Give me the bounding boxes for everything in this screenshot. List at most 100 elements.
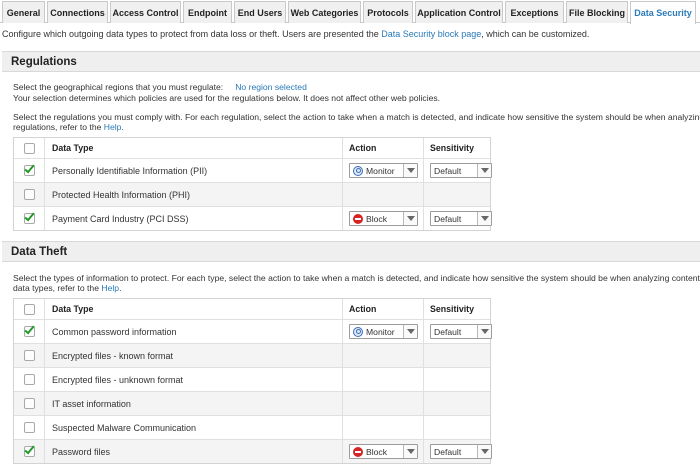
region-prompt-label: Select the geographical regions that you… bbox=[13, 82, 224, 92]
data-type-name: Encrypted files - unknown format bbox=[44, 368, 342, 391]
action-cell: Monitor bbox=[342, 159, 423, 182]
sensitivity-cell: Default bbox=[423, 159, 492, 182]
action-cell bbox=[342, 344, 423, 367]
chevron-down-icon[interactable] bbox=[477, 325, 491, 338]
action-cell: Block bbox=[342, 440, 423, 463]
sensitivity-select[interactable]: Default bbox=[430, 211, 492, 226]
region-note: Your selection determines which policies… bbox=[13, 93, 441, 103]
row-checkbox[interactable] bbox=[23, 398, 35, 409]
chevron-down-icon[interactable] bbox=[403, 212, 417, 225]
action-select[interactable]: Block bbox=[349, 211, 418, 226]
region-prompt: Select the geographical regions that you… bbox=[13, 82, 307, 92]
action-select[interactable]: Monitor bbox=[349, 163, 418, 178]
monitor-icon bbox=[353, 326, 363, 337]
help-line-prefix: regulations, refer to the bbox=[13, 122, 104, 132]
sensitivity-cell bbox=[423, 416, 492, 439]
action-select[interactable]: Block bbox=[349, 444, 418, 459]
sensitivity-cell bbox=[423, 368, 492, 391]
column-header-action[interactable]: Action bbox=[342, 299, 423, 319]
row-checkbox-cell bbox=[14, 368, 44, 391]
chevron-down-icon[interactable] bbox=[477, 445, 491, 458]
row-checkbox-cell bbox=[14, 159, 44, 182]
action-cell: Block bbox=[342, 207, 423, 230]
action-value: Block bbox=[366, 446, 388, 457]
action-value: Monitor bbox=[366, 326, 395, 337]
row-checkbox[interactable] bbox=[23, 162, 35, 176]
table-row: IT asset information bbox=[14, 391, 490, 415]
tab-file-blocking[interactable]: File Blocking bbox=[566, 1, 628, 23]
action-select[interactable]: Monitor bbox=[349, 324, 418, 339]
tab-end-users[interactable]: End Users bbox=[234, 1, 286, 23]
sensitivity-select[interactable]: Default bbox=[430, 444, 492, 459]
check-icon bbox=[23, 162, 35, 174]
help-line-suffix: . bbox=[121, 122, 124, 132]
data-theft-header: Data Theft bbox=[2, 241, 700, 262]
row-checkbox-cell bbox=[14, 416, 44, 439]
tab-endpoint[interactable]: Endpoint bbox=[183, 1, 232, 23]
tab-connections[interactable]: Connections bbox=[47, 1, 108, 23]
row-checkbox-cell bbox=[14, 183, 44, 206]
action-cell bbox=[342, 183, 423, 206]
tab-application-control[interactable]: Application Control bbox=[415, 1, 503, 23]
intro-prefix: Configure which outgoing data types to p… bbox=[2, 29, 382, 39]
regulations-description: Select the regulations you must comply w… bbox=[13, 112, 700, 122]
row-checkbox[interactable] bbox=[23, 422, 35, 433]
column-header-data-type[interactable]: Data Type bbox=[44, 299, 342, 319]
column-header-data-type[interactable]: Data Type bbox=[44, 138, 342, 158]
table-row: Encrypted files - unknown format bbox=[14, 367, 490, 391]
check-icon bbox=[23, 210, 35, 222]
sensitivity-cell: Default bbox=[423, 320, 492, 343]
column-header-action[interactable]: Action bbox=[342, 138, 423, 158]
block-icon bbox=[353, 446, 363, 457]
tab-data-security[interactable]: Data Security bbox=[630, 1, 696, 24]
data-theft-help-link[interactable]: Help bbox=[101, 283, 119, 293]
regulations-help-line: regulations, refer to the Help. bbox=[13, 122, 124, 132]
data-type-name: Suspected Malware Communication bbox=[44, 416, 342, 439]
row-checkbox-cell bbox=[14, 440, 44, 463]
tab-exceptions[interactable]: Exceptions bbox=[505, 1, 564, 23]
select-all-checkbox[interactable] bbox=[23, 303, 35, 315]
block-page-link[interactable]: Data Security block page bbox=[381, 29, 481, 39]
region-select-link[interactable]: No region selected bbox=[235, 82, 307, 92]
data-type-name: Protected Health Information (PHI) bbox=[44, 183, 342, 206]
row-checkbox[interactable] bbox=[23, 443, 35, 457]
row-checkbox[interactable] bbox=[23, 323, 35, 337]
table-row: Payment Card Industry (PCI DSS) Block De… bbox=[14, 206, 492, 230]
action-cell bbox=[342, 368, 423, 391]
intro-text: Configure which outgoing data types to p… bbox=[2, 29, 589, 39]
data-type-name: IT asset information bbox=[44, 392, 342, 415]
monitor-icon bbox=[353, 165, 363, 176]
row-checkbox[interactable] bbox=[23, 210, 35, 224]
tab-web-categories[interactable]: Web Categories bbox=[288, 1, 361, 23]
action-cell bbox=[342, 392, 423, 415]
select-all-checkbox[interactable] bbox=[23, 142, 35, 154]
tab-access-control[interactable]: Access Control bbox=[110, 1, 181, 23]
row-checkbox[interactable] bbox=[23, 374, 35, 385]
chevron-down-icon[interactable] bbox=[403, 325, 417, 338]
chevron-down-icon[interactable] bbox=[403, 164, 417, 177]
data-theft-description: Select the types of information to prote… bbox=[13, 273, 700, 283]
table-row: Protected Health Information (PHI) bbox=[14, 182, 490, 206]
row-checkbox-cell bbox=[14, 392, 44, 415]
action-cell bbox=[342, 416, 423, 439]
row-checkbox[interactable] bbox=[23, 189, 35, 200]
column-header-sensitivity[interactable]: Sensitivity bbox=[423, 138, 492, 158]
sensitivity-select[interactable]: Default bbox=[430, 324, 492, 339]
row-checkbox[interactable] bbox=[23, 350, 35, 361]
table-row: Suspected Malware Communication bbox=[14, 415, 490, 439]
column-header-sensitivity[interactable]: Sensitivity bbox=[423, 299, 492, 319]
tab-general[interactable]: General bbox=[2, 1, 45, 23]
chevron-down-icon[interactable] bbox=[477, 164, 491, 177]
data-type-name: Personally Identifiable Information (PII… bbox=[44, 159, 342, 182]
block-icon bbox=[353, 213, 363, 224]
sensitivity-value: Default bbox=[434, 446, 462, 457]
tab-protocols[interactable]: Protocols bbox=[363, 1, 413, 23]
chevron-down-icon[interactable] bbox=[477, 212, 491, 225]
row-checkbox-cell bbox=[14, 207, 44, 230]
sensitivity-select[interactable]: Default bbox=[430, 163, 492, 178]
sensitivity-cell bbox=[423, 392, 492, 415]
regulations-help-link[interactable]: Help bbox=[104, 122, 122, 132]
select-all-cell bbox=[14, 138, 44, 158]
regulations-header: Regulations bbox=[2, 51, 700, 72]
chevron-down-icon[interactable] bbox=[403, 445, 417, 458]
